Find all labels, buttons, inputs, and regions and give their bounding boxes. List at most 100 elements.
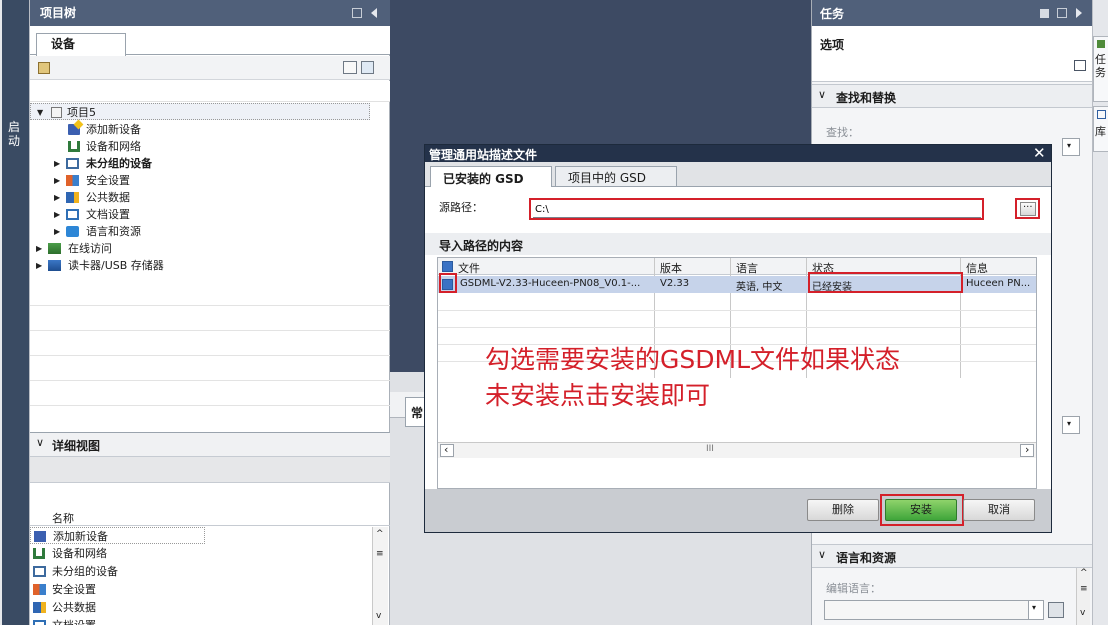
list-item[interactable]: 未分组的设备 [30,563,370,580]
source-path-label: 源路径： [439,201,483,214]
project-icon [51,107,62,118]
chevron-down-icon: ▾ [1067,141,1072,150]
tasks-title: 任务 [820,7,845,21]
tab-installed-gsd[interactable]: 已安装的 GSD [430,166,552,188]
dialog-content: 源路径： ... 导入路径的内容 文件 版本 语言 状态 信息 [425,187,1051,489]
start-tab[interactable]: 启动 [2,0,29,625]
chevron-right-icon: › [1025,443,1030,456]
scroll-grip-icon[interactable]: III [706,444,714,454]
horizontal-scrollbar[interactable]: ‹ III › [438,442,1036,458]
scroll-grip-icon[interactable]: ≡ [1080,584,1088,594]
language-resources-header[interactable]: ∨ 语言和资源 [812,544,1093,568]
cancel-button[interactable]: 取消 [963,499,1035,521]
tree-item-security[interactable]: ▶ 安全设置 [30,172,370,189]
scroll-up-icon[interactable]: ^ [1080,568,1088,578]
options-section: 选项 [812,26,1093,82]
list-item[interactable]: 安全设置 [30,581,370,598]
tasks-scrollbar[interactable]: ^ ≡ v [1076,568,1090,625]
browse-highlight [1015,198,1040,219]
online-access-icon [48,243,61,254]
document-settings-icon [33,620,46,625]
close-icon: ✕ [1033,144,1046,162]
options-label: 选项 [820,38,845,52]
pin-icon[interactable] [1040,9,1049,18]
export-icon[interactable] [361,61,374,74]
divider [30,305,390,306]
edit-language-dropdown-button[interactable]: ▾ [1028,601,1043,619]
divider [438,327,1036,328]
chevron-left-icon: ‹ [444,443,449,456]
collapse-right-icon[interactable] [1076,8,1082,18]
edit-language-select[interactable] [824,600,1044,620]
pin-icon[interactable] [352,8,362,18]
expand-down-icon: ▼ [37,108,44,117]
select-all-checkbox[interactable] [442,261,453,272]
tree-spacer [30,81,390,102]
security-icon [33,584,46,595]
tree-item-project[interactable]: ▼ 项目5 [30,103,370,120]
chevron-down-icon: ▾ [1067,419,1072,428]
tree-item-ungrouped-devices[interactable]: ▶ 未分组的设备 [30,155,370,172]
scroll-grip-icon[interactable]: ≡ [376,549,384,559]
expand-right-icon: ▶ [36,244,43,253]
vertical-scrollbar[interactable]: ^ ≡ v [372,527,388,625]
scroll-left-button[interactable]: ‹ [440,443,454,457]
tab-project-gsd[interactable]: 项目中的 GSD [555,166,677,186]
tree-item-language-resources[interactable]: ▶ 语言和资源 [30,223,370,240]
language-resources-title: 语言和资源 [836,551,897,565]
scroll-right-button[interactable]: › [1020,443,1034,457]
right-side-tabs: 任务 库 [1092,0,1108,625]
tasks-header: 任务 [812,0,1093,26]
tree-item-add-device[interactable]: 添加新设备 [30,119,370,138]
new-item-icon[interactable] [38,62,50,74]
tree-item-card-reader[interactable]: ▶ 读卡器/USB 存储器 [30,257,370,274]
network-icon [68,141,80,152]
delete-button[interactable]: 删除 [807,499,879,521]
dialog-footer: 删除 安装 取消 [425,489,1051,532]
close-button[interactable]: ✕ [1030,144,1048,162]
tree-item-document-settings[interactable]: ▶ 文档设置 [30,206,370,223]
tree-item-online-access[interactable]: ▶ 在线访问 [30,240,370,257]
annotation-line-2: 未安装点击安装即可 [485,381,711,410]
gsd-dialog: 管理通用站描述文件 ✕ 已安装的 GSD 项目中的 GSD 源路径： ... 导… [424,144,1052,533]
list-item[interactable]: 文档设置 [30,617,370,625]
scroll-down-icon[interactable]: v [376,611,381,621]
project-tree-title: 项目树 [40,6,77,20]
expand-right-icon: ▶ [54,227,61,236]
detail-view-column-header[interactable]: 名称 [30,509,390,526]
replace-dropdown-button[interactable]: ▾ [1062,416,1080,434]
find-dropdown-button[interactable]: ▾ [1062,138,1080,156]
chevron-down-icon: ▾ [1032,603,1037,612]
document-settings-icon [66,209,79,220]
layout-icon[interactable] [1074,60,1086,71]
restore-icon[interactable] [1057,8,1067,18]
tab-devices[interactable]: 设备 [36,33,126,56]
card-reader-icon [48,260,61,271]
side-tab-library[interactable]: 库 [1093,106,1108,152]
expand-right-icon: ▶ [54,159,61,168]
install-highlight [880,494,964,526]
scroll-up-icon[interactable]: ^ [376,529,384,539]
common-data-icon [33,602,46,613]
collapse-left-icon[interactable] [371,8,377,18]
tree-item-common-data[interactable]: ▶ 公共数据 [30,189,370,206]
detail-view-panel: ∨ 详细视图 名称 添加新设备 设备和网络 未分组的设备 安全设置 公共数据 文… [30,432,390,625]
row-info: Huceen PN... [966,278,1031,289]
dialog-title-bar[interactable]: 管理通用站描述文件 ✕ [425,144,1051,162]
side-tab-tasks[interactable]: 任务 [1093,36,1108,102]
row-version: V2.33 [660,278,690,289]
find-replace-title: 查找和替换 [836,91,897,105]
language-settings-icon[interactable] [1048,602,1064,618]
details-view-icon[interactable] [343,61,357,74]
tasks-icon [1097,40,1105,48]
expand-right-icon: ▶ [54,210,61,219]
scroll-down-icon[interactable]: v [1080,608,1085,618]
detail-view-title: 详细视图 [52,439,101,453]
status-highlight [808,272,963,293]
tree-item-devices-networks[interactable]: 设备和网络 [30,138,370,155]
list-item[interactable]: 添加新设备 [30,527,205,544]
detail-view-header[interactable]: ∨ 详细视图 [30,433,390,457]
list-item[interactable]: 公共数据 [30,599,370,616]
list-item[interactable]: 设备和网络 [30,545,370,562]
find-replace-header[interactable]: ∨ 查找和替换 [812,84,1093,108]
